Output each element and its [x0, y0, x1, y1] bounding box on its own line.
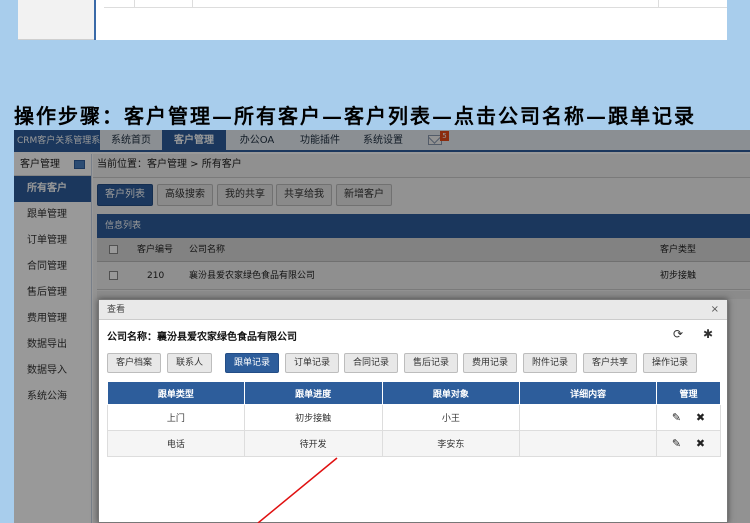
tab-customer-sharing[interactable]: 客户共享: [583, 353, 638, 373]
cell-target: 小王: [381, 404, 521, 431]
edit-icon[interactable]: ✎: [670, 411, 684, 424]
tab-customer-profile[interactable]: 客户档案: [107, 353, 162, 373]
cell-type: 上门: [107, 404, 245, 431]
cell-detail: [519, 404, 658, 431]
tab-after-sales-records[interactable]: 售后记录: [404, 353, 459, 373]
steps-heading: 操作步骤：客户管理—所有客户—客户列表—点击公司名称—跟单记录: [14, 104, 696, 128]
tab-attachment-records[interactable]: 附件记录: [523, 353, 578, 373]
tab-contract-records[interactable]: 合同记录: [344, 353, 399, 373]
column-header: 跟单类型: [107, 381, 245, 405]
divider: [134, 0, 135, 8]
tab-operation-records[interactable]: 操作记录: [643, 353, 698, 373]
edit-icon[interactable]: ✎: [670, 437, 684, 450]
divider: [658, 0, 659, 8]
tracking-records-table: 跟单类型 跟单进度 跟单对象 详细内容 管理 上门 初步接触 小王 ✎ ✖ 电话 …: [107, 381, 721, 457]
company-name-line: 公司名称：襄汾县爱农家绿色食品有限公司: [107, 332, 297, 343]
dialog-titlebar: 查看 ×: [99, 300, 727, 320]
divider: [192, 0, 193, 8]
tab-expense-records[interactable]: 费用记录: [463, 353, 518, 373]
cell-actions: ✎ ✖: [656, 404, 721, 431]
tab-tracking-records[interactable]: 跟单记录: [225, 353, 280, 373]
cell-progress: 初步接触: [243, 404, 383, 431]
column-header: 管理: [656, 381, 721, 405]
previous-screenshot: [18, 0, 727, 40]
table-row: 上门 初步接触 小王 ✎ ✖: [107, 404, 721, 431]
close-icon[interactable]: ×: [711, 300, 719, 320]
column-header: 详细内容: [519, 381, 658, 405]
tab-contacts[interactable]: 联系人: [167, 353, 213, 373]
previous-table-row: [104, 0, 727, 8]
delete-icon[interactable]: ✖: [694, 411, 708, 424]
gear-icon[interactable]: ✱: [703, 328, 715, 340]
previous-table-area: [94, 0, 727, 40]
cell-actions: ✎ ✖: [656, 430, 721, 457]
cell-target: 李安东: [381, 430, 521, 457]
delete-icon[interactable]: ✖: [694, 437, 708, 450]
cell-progress: 待开发: [243, 430, 383, 457]
cell-type: 电话: [107, 430, 245, 457]
refresh-icon[interactable]: ⟳: [673, 328, 685, 340]
view-dialog: 查看 × 公司名称：襄汾县爱农家绿色食品有限公司 ⟳ ✱ 客户档案 联系人 跟单…: [98, 299, 728, 523]
column-header: 跟单对象: [381, 381, 521, 405]
column-header: 跟单进度: [243, 381, 383, 405]
tab-order-records[interactable]: 订单记录: [285, 353, 340, 373]
cell-detail: [519, 430, 658, 457]
dialog-title: 查看: [107, 305, 126, 315]
table-row: 电话 待开发 李安东 ✎ ✖: [107, 430, 721, 457]
